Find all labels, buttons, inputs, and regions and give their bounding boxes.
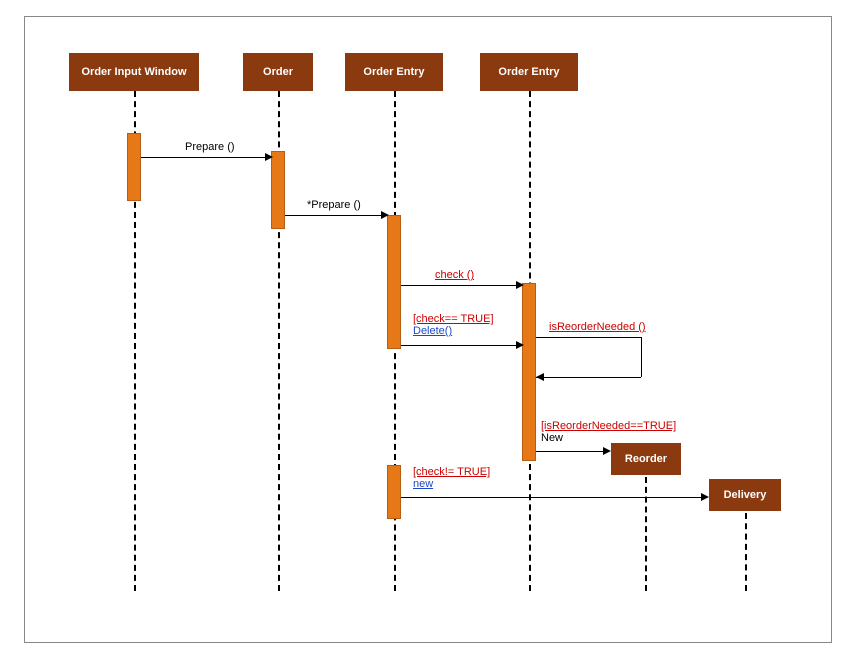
- activation-p4: [522, 283, 536, 461]
- header-label: Order Entry: [363, 66, 424, 78]
- arrow-new-reorder: [536, 451, 606, 452]
- header-label: Order Entry: [498, 66, 559, 78]
- lifeline-delivery: [745, 513, 747, 591]
- participant-order-input-window: Order Input Window: [69, 53, 199, 91]
- arrow-star-prepare: [285, 215, 384, 216]
- activation-p3b: [387, 465, 401, 519]
- participant-order: Order: [243, 53, 313, 91]
- box-label: Delivery: [724, 489, 767, 501]
- activation-p1: [127, 133, 141, 201]
- arrow-prepare: [141, 157, 267, 158]
- msg-check-not-true-new: [check!= TRUE] new: [413, 466, 490, 490]
- msg-check: check (): [435, 269, 474, 281]
- msg-prepare: Prepare (): [185, 141, 235, 153]
- self-call-down: [641, 337, 642, 377]
- arrowhead: [701, 493, 709, 501]
- self-call-out: [536, 337, 641, 338]
- self-call-back: [536, 377, 641, 378]
- object-reorder: Reorder: [611, 443, 681, 475]
- participant-order-entry-1: Order Entry: [345, 53, 443, 91]
- object-delivery: Delivery: [709, 479, 781, 511]
- arrow-check: [401, 285, 519, 286]
- arrowhead: [516, 281, 524, 289]
- box-label: Reorder: [625, 453, 667, 465]
- diagram-canvas: Order Input Window Order Order Entry Ord…: [24, 16, 832, 643]
- participant-order-entry-2: Order Entry: [480, 53, 578, 91]
- activation-p3a: [387, 215, 401, 349]
- arrow-new-delivery: [401, 497, 703, 498]
- msg-star-prepare: *Prepare (): [307, 199, 361, 211]
- msg-check-true-delete: [check== TRUE] Delete(): [413, 313, 494, 337]
- msg-is-reorder-needed: isReorderNeeded (): [549, 321, 646, 333]
- arrowhead: [536, 373, 544, 381]
- activation-p2: [271, 151, 285, 229]
- header-label: Order: [263, 66, 293, 78]
- arrowhead: [265, 153, 273, 161]
- msg-is-reorder-true-new: [isReorderNeeded==TRUE] New: [541, 420, 676, 444]
- arrowhead: [603, 447, 611, 455]
- arrowhead: [516, 341, 524, 349]
- arrowhead: [381, 211, 389, 219]
- lifeline-reorder: [645, 477, 647, 591]
- arrow-delete: [401, 345, 519, 346]
- header-label: Order Input Window: [82, 66, 187, 78]
